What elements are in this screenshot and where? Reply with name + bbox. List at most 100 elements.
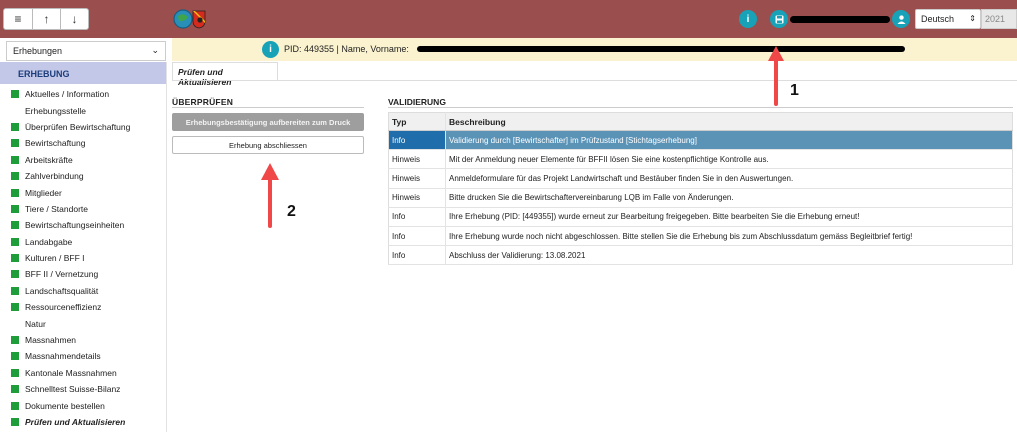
logo-icon (173, 9, 206, 29)
sidebar-item[interactable]: Landschaftsqualität (0, 283, 166, 299)
print-confirmation-button[interactable]: Erhebungsbestätigung aufbereiten zum Dru… (172, 113, 364, 131)
sidebar-item[interactable]: Bewirtschaftung (0, 135, 166, 151)
sidebar-item-label: Natur (25, 318, 46, 329)
user-icon[interactable] (892, 10, 910, 28)
sidebar-item-label: Zahlverbindung (25, 171, 84, 182)
sidebar-item-label: Landabgabe (25, 236, 73, 247)
sidebar-item[interactable]: Ressourceneffizienz (0, 299, 166, 315)
menu-button[interactable]: ≡ (3, 8, 33, 30)
sidebar-item-label: Mitglieder (25, 187, 62, 198)
table-row[interactable]: Info Abschluss der Validierung: 13.08.202… (388, 245, 1013, 266)
sidebar-item[interactable]: Tiere / Standorte (0, 201, 166, 217)
cell-typ: Info (388, 207, 446, 227)
pid-text: PID: 449355 | Name, Vorname: (284, 44, 409, 54)
sidebar-item[interactable]: Arbeitskräfte (0, 152, 166, 168)
status-square-icon (11, 401, 19, 410)
top-bar: ≡ ↑ ↓ i Deutsch ⇕ 2021 (0, 0, 1017, 38)
sidebar-item-label: Kantonale Massnahmen (25, 367, 117, 378)
status-square-icon (11, 254, 19, 263)
module-select[interactable]: Erhebungen ⌄ (6, 41, 166, 61)
sidebar-item[interactable]: Dokumente bestellen (0, 397, 166, 413)
save-icon[interactable] (770, 10, 788, 28)
sidebar-item-label: Arbeitskräfte (25, 154, 73, 165)
menu-icon: ≡ (14, 12, 22, 26)
sidebar-item[interactable]: Massnahmendetails (0, 348, 166, 364)
sidebar-item[interactable]: Schnelltest Suisse-Bilanz (0, 381, 166, 397)
tab-pruefen-aktualisieren[interactable]: Prüfen und Aktualisieren (172, 62, 278, 87)
sidebar-item[interactable]: Kantonale Massnahmen (0, 365, 166, 381)
annotation-arrow-2 (261, 163, 279, 228)
status-square-icon (11, 122, 19, 131)
year-select[interactable]: 2021 (981, 9, 1017, 29)
status-square-icon (11, 90, 19, 99)
column-header-typ: Typ (388, 112, 446, 131)
sidebar-item[interactable]: Natur (0, 315, 166, 331)
cell-typ: Hinweis (388, 168, 446, 189)
sidebar: ERHEBUNG Aktuelles / Information Erhebung… (0, 62, 167, 432)
sidebar-item-label: Tiere / Standorte (25, 203, 88, 214)
language-value: Deutsch (921, 14, 955, 24)
sidebar-item[interactable]: Aktuelles / Information (0, 86, 166, 102)
redacted-name (417, 46, 905, 52)
arrow-up-icon: ↑ (43, 12, 50, 26)
select-arrows-icon: ⇕ (969, 14, 976, 23)
sidebar-item-label: Erhebungsstelle (25, 105, 86, 116)
info-icon[interactable]: i (739, 10, 757, 28)
table-row[interactable]: Info Validierung durch [Bewirtschafter] i… (388, 130, 1013, 151)
sidebar-list: Aktuelles / Information Erhebungsstelle Üb… (0, 84, 166, 430)
cell-beschreibung: Abschluss der Validierung: 13.08.2021 (445, 245, 1013, 266)
sidebar-item[interactable]: Bewirtschaftungseinheiten (0, 217, 166, 233)
language-select[interactable]: Deutsch ⇕ (915, 9, 981, 29)
sidebar-item[interactable]: Kulturen / BFF I (0, 250, 166, 266)
status-square-icon (11, 270, 19, 279)
sidebar-item[interactable]: Zahlverbindung (0, 168, 166, 184)
cell-beschreibung: Anmeldeformulare für das Projekt Landwir… (445, 168, 1013, 189)
validation-table: Typ Beschreibung Info Validierung durch [… (388, 112, 1013, 266)
sidebar-item[interactable]: Massnahmen (0, 332, 166, 348)
section-title-ueberpruefen: ÜBERPRÜFEN (172, 97, 234, 107)
sidebar-item-label: Kulturen / BFF I (25, 253, 85, 264)
sidebar-item[interactable]: Überprüfen Bewirtschaftung (0, 119, 166, 135)
sidebar-item[interactable]: Mitglieder (0, 184, 166, 200)
status-square-icon (11, 385, 19, 394)
status-square-icon (11, 303, 19, 312)
table-row[interactable]: Info Ihre Erhebung (PID: [449355]) wurde … (388, 207, 1013, 227)
table-row[interactable]: Info Ihre Erhebung wurde noch nicht abges… (388, 226, 1013, 247)
redacted-username (790, 16, 890, 23)
status-square-icon (11, 418, 19, 426)
close-survey-button[interactable]: Erhebung abschliessen (172, 136, 364, 154)
cell-beschreibung: Bitte drucken Sie die Bewirtschaftervere… (445, 188, 1013, 208)
info-icon: i (262, 41, 279, 58)
status-square-icon (11, 221, 19, 230)
sidebar-item[interactable]: BFF II / Vernetzung (0, 266, 166, 282)
up-button[interactable]: ↑ (33, 8, 61, 30)
table-row[interactable]: Hinweis Bitte drucken Sie die Bewirtschaf… (388, 188, 1013, 208)
sidebar-item[interactable]: Prüfen und Aktualisieren (0, 414, 166, 430)
sidebar-item-label: Massnahmendetails (25, 351, 101, 362)
status-square-icon (11, 139, 19, 148)
sidebar-item-label: Bewirtschaftung (25, 138, 86, 149)
status-square-icon (11, 320, 19, 328)
sidebar-item-label: Prüfen und Aktualisieren (25, 417, 126, 427)
cell-typ: Info (388, 245, 446, 266)
sidebar-item-label: Landschaftsqualität (25, 285, 99, 296)
sidebar-item-label: Dokumente bestellen (25, 400, 105, 411)
sidebar-item-label: Schnelltest Suisse-Bilanz (25, 384, 121, 395)
module-select-value: Erhebungen (13, 46, 63, 56)
sidebar-item[interactable]: Erhebungsstelle (0, 102, 166, 118)
sidebar-item-label: BFF II / Vernetzung (25, 269, 99, 280)
sidebar-item-label: Massnahmen (25, 335, 77, 346)
table-row[interactable]: Hinweis Anmeldeformulare für das Projekt … (388, 168, 1013, 189)
tab-divider (172, 80, 1017, 81)
sidebar-item-label: Überprüfen Bewirtschaftung (25, 121, 131, 132)
cell-typ: Info (388, 130, 446, 151)
sidebar-item[interactable]: Landabgabe (0, 234, 166, 250)
annotation-label-1: 1 (790, 82, 799, 99)
pid-bar: i PID: 449355 | Name, Vorname: (172, 38, 1017, 61)
status-square-icon (11, 155, 19, 164)
cell-beschreibung: Ihre Erhebung wurde noch nicht abgeschlo… (445, 226, 1013, 247)
down-button[interactable]: ↓ (61, 8, 89, 30)
cell-beschreibung: Mit der Anmeldung neuer Elemente für BFF… (445, 149, 1013, 170)
section-title-validierung: VALIDIERUNG (388, 97, 446, 107)
table-row[interactable]: Hinweis Mit der Anmeldung neuer Elemente … (388, 149, 1013, 170)
